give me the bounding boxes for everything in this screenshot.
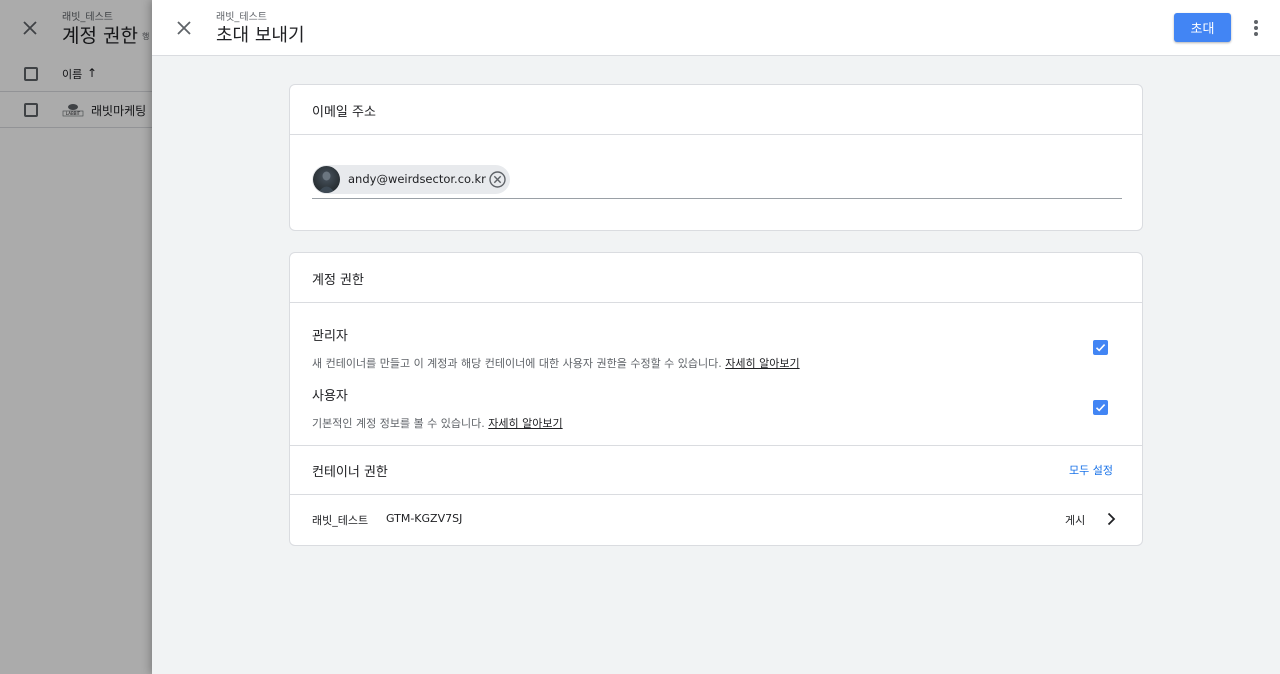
role-admin: 관리자 새 컨테이너를 만들고 이 계정과 해당 컨테이너에 대한 사용자 권한… (312, 325, 1122, 371)
permission-card-header: 계정 권한 (290, 253, 1142, 303)
role-user: 사용자 기본적인 계정 정보를 볼 수 있습니다. 자세히 알아보기 (312, 385, 1122, 431)
user-checkbox[interactable] (1093, 400, 1108, 415)
container-row[interactable]: 래빗_테스트 GTM-KGZV7SJ 게시 (290, 495, 1142, 545)
check-icon (1095, 344, 1106, 352)
role-admin-name: 관리자 (312, 329, 348, 344)
container-permission-value: 게시 (1065, 514, 1086, 527)
role-user-name: 사용자 (312, 389, 348, 404)
close-icon[interactable] (174, 18, 194, 38)
divider (290, 445, 1142, 446)
email-card-heading: 이메일 주소 (312, 105, 376, 120)
learn-more-link[interactable]: 자세히 알아보기 (488, 417, 562, 430)
container-name: 래빗_테스트 (312, 514, 369, 527)
container-permission-heading: 컨테이너 권한 (312, 465, 388, 480)
role-admin-description-text: 새 컨테이너를 만들고 이 계정과 해당 컨테이너에 대한 사용자 권한을 수정… (312, 357, 722, 370)
page-title: 초대 보내기 (216, 25, 305, 46)
learn-more-link[interactable]: 자세히 알아보기 (725, 357, 799, 370)
container-id: GTM-KGZV7SJ (386, 512, 463, 525)
permission-card-heading: 계정 권한 (312, 273, 364, 288)
email-card: 이메일 주소 andy@weirdsector.co.kr (289, 84, 1143, 231)
email-card-header: 이메일 주소 (290, 85, 1142, 135)
email-chip-label: andy@weirdsector.co.kr (348, 172, 486, 186)
chevron-right-icon[interactable] (1103, 511, 1119, 527)
cancel-circle-icon[interactable] (488, 170, 507, 189)
role-user-description: 기본적인 계정 정보를 볼 수 있습니다. 자세히 알아보기 (312, 415, 1122, 431)
role-admin-description: 새 컨테이너를 만들고 이 계정과 해당 컨테이너에 대한 사용자 권한을 수정… (312, 355, 1122, 371)
invite-button[interactable]: 초대 (1174, 13, 1231, 42)
check-icon (1095, 404, 1106, 412)
role-user-description-text: 기본적인 계정 정보를 볼 수 있습니다. (312, 417, 485, 430)
email-chip[interactable]: andy@weirdsector.co.kr (312, 165, 510, 194)
admin-checkbox[interactable] (1093, 340, 1108, 355)
permission-card: 계정 권한 관리자 새 컨테이너를 만들고 이 계정과 해당 컨테이너에 대한 … (289, 252, 1143, 546)
drawer-header: 래빗_테스트 초대 보내기 초대 (152, 0, 1280, 56)
email-input[interactable]: andy@weirdsector.co.kr (312, 165, 1122, 199)
avatar (313, 166, 340, 193)
set-all-button[interactable]: 모두 설정 (1069, 462, 1113, 478)
invite-drawer: 래빗_테스트 초대 보내기 초대 이메일 주소 andy@weirdsector… (152, 0, 1280, 674)
more-vert-icon[interactable] (1246, 16, 1266, 40)
